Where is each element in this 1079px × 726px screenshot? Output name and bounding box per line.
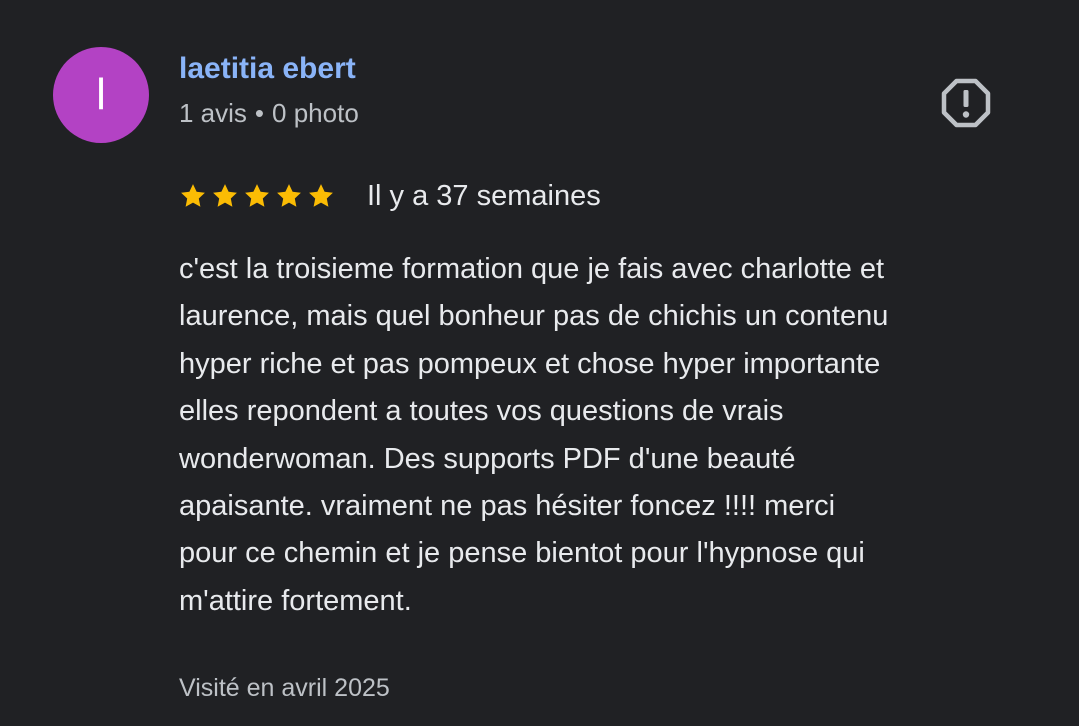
author-meta: 1 avis • 0 photo	[179, 96, 359, 130]
visited-date: Visité en avril 2025	[179, 674, 390, 702]
star-rating	[179, 182, 335, 210]
author-avatar[interactable]: l	[53, 47, 149, 143]
report-button[interactable]	[938, 75, 994, 131]
review-text: c'est la troisieme formation que je fais…	[179, 253, 889, 617]
star-icon	[309, 184, 333, 207]
meta-separator: •	[254, 98, 265, 128]
report-flag-icon	[941, 78, 991, 128]
review-date: Il y a 37 semaines	[367, 179, 601, 212]
star-icon	[181, 184, 205, 207]
photos-count: 0 photo	[272, 98, 359, 128]
rating-row: Il y a 37 semaines	[179, 176, 601, 216]
star-icon	[245, 184, 269, 207]
avatar-initial: l	[96, 70, 106, 119]
author-name[interactable]: laetitia ebert	[179, 50, 356, 88]
star-icon	[213, 184, 237, 207]
reviews-count: 1 avis	[179, 98, 247, 128]
star-icon	[277, 184, 301, 207]
